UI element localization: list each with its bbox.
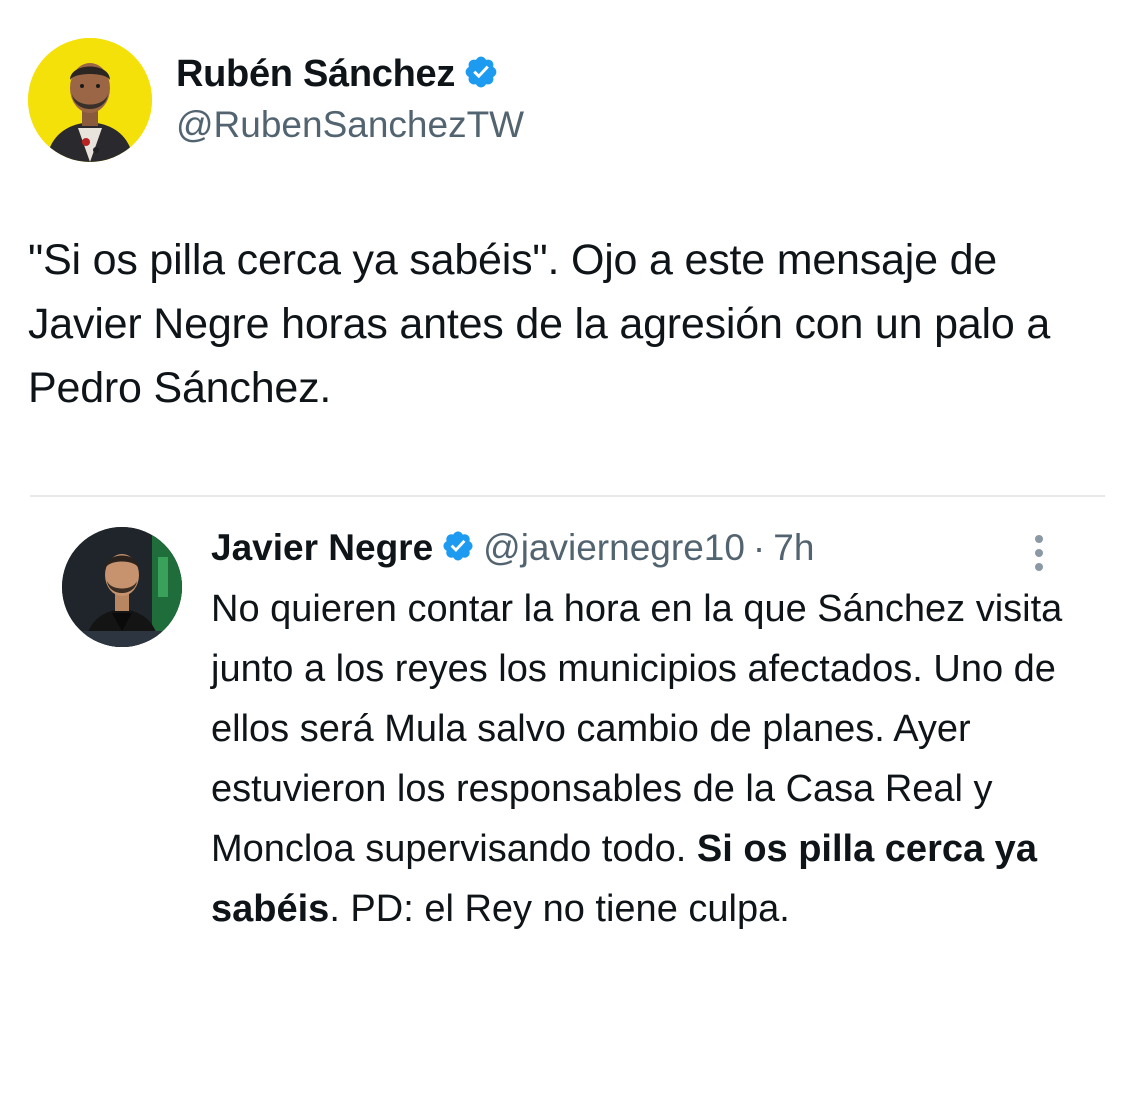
quoted-tweet[interactable]: Javier Negre @javiernegre10 · 7h No quie…: [0, 497, 1125, 1098]
quoted-tweet-text: No quieren contar la hora en la que Sánc…: [211, 579, 1071, 939]
tweet-text: "Si os pilla cerca ya sabéis". Ojo a est…: [28, 236, 1051, 412]
verified-badge-icon: [441, 529, 475, 568]
quoted-author-name[interactable]: Javier Negre: [211, 527, 433, 569]
more-options-icon[interactable]: [1032, 533, 1046, 573]
author-handle[interactable]: @RubenSanchezTW: [176, 104, 524, 146]
verified-badge-icon: [463, 54, 499, 95]
quoted-author-handle[interactable]: @javiernegre10: [483, 527, 745, 569]
header-separator: ·: [752, 527, 766, 568]
quoted-header: Javier Negre @javiernegre10 · 7h: [211, 523, 814, 573]
author-avatar-image: [28, 38, 152, 162]
author-avatar[interactable]: [28, 38, 152, 162]
tweet: Rubén Sánchez @RubenSanchezTW "Si os pil…: [0, 0, 1125, 1098]
author-name-row: Rubén Sánchez: [176, 50, 524, 98]
quoted-author-avatar-image: [62, 527, 182, 647]
author-name[interactable]: Rubén Sánchez: [176, 53, 455, 96]
quoted-text-after: . PD: el Rey no tiene culpa.: [329, 888, 790, 930]
quoted-author-avatar[interactable]: [62, 527, 182, 647]
quoted-timestamp[interactable]: 7h: [773, 527, 814, 569]
author-info: Rubén Sánchez @RubenSanchezTW: [176, 50, 524, 146]
